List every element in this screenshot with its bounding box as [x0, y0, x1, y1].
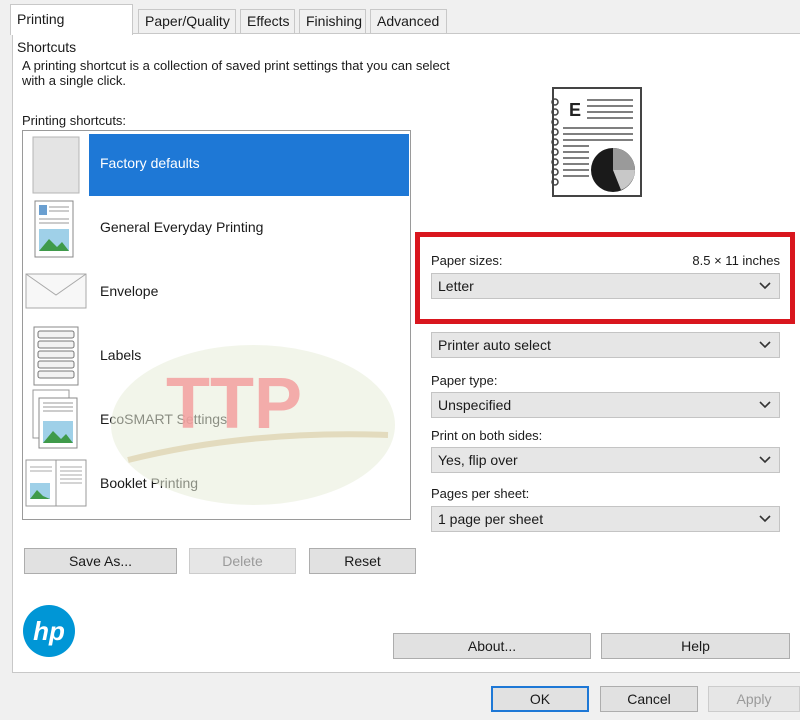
both-sides-dropdown[interactable]: Yes, flip over	[431, 447, 780, 473]
apply-button[interactable]: Apply	[708, 686, 800, 712]
tab-bar: Printing Shortcuts Paper/Quality Effects…	[0, 0, 800, 55]
document-preview-icon: E	[551, 87, 642, 197]
both-sides-value: Yes, flip over	[438, 452, 518, 468]
shortcut-label: EcoSMART Settings	[100, 411, 228, 427]
shortcut-label: Envelope	[100, 283, 159, 299]
paper-size-value: Letter	[438, 278, 474, 294]
svg-text:E: E	[569, 100, 581, 120]
chevron-down-icon	[759, 515, 771, 523]
hp-logo-text: hp	[33, 616, 65, 646]
document-image-icon	[34, 200, 74, 258]
paper-type-label: Paper type:	[431, 373, 498, 388]
booklet-icon	[25, 459, 87, 507]
paper-type-dropdown[interactable]: Unspecified	[431, 392, 780, 418]
shortcut-general-everyday[interactable]: General Everyday Printing	[23, 195, 410, 259]
shortcut-labels[interactable]: Labels	[23, 323, 410, 387]
paper-type-value: Unspecified	[438, 397, 512, 413]
pages-per-sheet-label: Pages per sheet:	[431, 486, 530, 501]
paper-size-dimensions: 8.5 × 11 inches	[692, 253, 780, 268]
shortcut-label: Factory defaults	[100, 155, 200, 171]
tab-effects[interactable]: Effects	[240, 9, 295, 33]
shortcuts-list-label: Printing shortcuts:	[22, 113, 127, 128]
paper-sizes-label: Paper sizes:	[431, 253, 503, 268]
shortcut-factory-defaults[interactable]: Factory defaults	[23, 131, 410, 196]
hp-logo-icon: hp	[23, 605, 75, 657]
pages-per-sheet-dropdown[interactable]: 1 page per sheet	[431, 506, 780, 532]
about-button[interactable]: About...	[393, 633, 591, 659]
tab-printing-shortcuts[interactable]: Printing Shortcuts	[10, 4, 133, 55]
shortcut-description: A printing shortcut is a collection of s…	[22, 58, 450, 88]
both-sides-label: Print on both sides:	[431, 428, 543, 443]
shortcut-label: Labels	[100, 347, 142, 363]
paper-source-dropdown[interactable]: Printer auto select	[431, 332, 780, 358]
save-as-button[interactable]: Save As...	[24, 548, 177, 574]
reset-button[interactable]: Reset	[309, 548, 416, 574]
eco-document-icon	[32, 389, 78, 449]
chevron-down-icon	[759, 456, 771, 464]
help-button[interactable]: Help	[601, 633, 790, 659]
shortcut-booklet[interactable]: Booklet Printing	[23, 451, 410, 515]
pages-per-sheet-value: 1 page per sheet	[438, 511, 544, 527]
chevron-down-icon	[759, 401, 771, 409]
blank-page-icon	[32, 136, 80, 194]
cancel-button[interactable]: Cancel	[600, 686, 698, 712]
chevron-down-icon	[759, 282, 771, 290]
paper-source-value: Printer auto select	[438, 337, 551, 353]
labels-sheet-icon	[33, 326, 79, 386]
chevron-down-icon	[759, 341, 771, 349]
ok-button[interactable]: OK	[491, 686, 589, 712]
tab-advanced[interactable]: Advanced	[370, 9, 447, 33]
envelope-icon	[25, 273, 87, 309]
tab-finishing[interactable]: Finishing	[299, 9, 366, 33]
tab-paper-quality[interactable]: Paper/Quality	[138, 9, 236, 33]
paper-size-dropdown[interactable]: Letter	[431, 273, 780, 299]
shortcut-label: General Everyday Printing	[100, 219, 264, 235]
shortcut-label: Booklet Printing	[100, 475, 199, 491]
shortcut-ecosmart[interactable]: EcoSMART Settings	[23, 387, 410, 451]
shortcuts-list[interactable]: Factory defaults General Everyday Printi…	[22, 130, 411, 520]
shortcut-envelope[interactable]: Envelope	[23, 259, 410, 323]
delete-button[interactable]: Delete	[189, 548, 296, 574]
